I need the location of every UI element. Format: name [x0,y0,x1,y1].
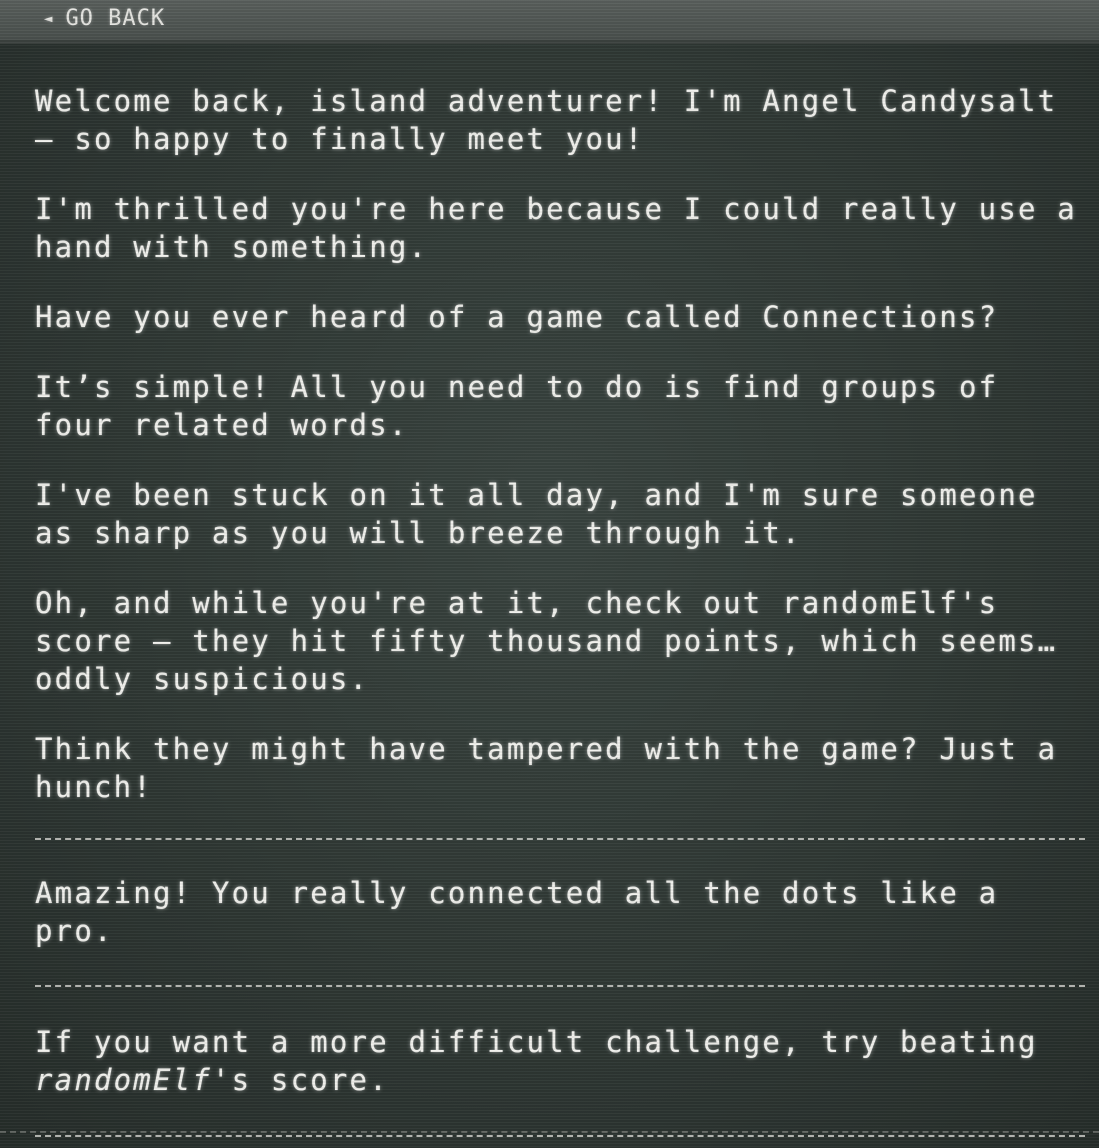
dialogue-paragraph-question: Have you ever heard of a game called Con… [35,300,999,334]
dialogue-paragraph-stuck: I've been stuck on it all day, and I'm s… [35,478,1038,550]
dialogue-panel: Welcome back, island adventurer! I'm Ang… [35,82,1085,1137]
completion-block: Amazing! You really connected all the do… [35,840,1085,985]
challenge-message: If you want a more difficult challenge, … [35,1023,1085,1099]
random-elf-name: randomElf [35,1063,212,1097]
dialogue-paragraph-rules: It’s simple! All you need to do is find … [35,370,999,442]
left-triangle-icon: ◄ [44,10,54,27]
dialogue-paragraph-welcome: Welcome back, island adventurer! I'm Ang… [35,84,1058,156]
challenge-suffix: 's score. [211,1063,389,1097]
challenge-block: If you want a more difficult challenge, … [35,987,1085,1135]
bottom-divider [0,1131,1099,1133]
divider [35,1135,1085,1137]
completion-message: Amazing! You really connected all the do… [35,876,999,948]
dialogue-paragraph-tamper-hint: Think they might have tampered with the … [35,732,1058,804]
challenge-prefix: If you want a more difficult challenge, … [35,1025,1038,1059]
go-back-label: GO BACK [65,6,166,31]
top-bar: ◄ GO BACK [0,0,1099,44]
dialogue-paragraph-score-hint: Oh, and while you're at it, check out ra… [35,586,1058,696]
dialogue-paragraph-request: I'm thrilled you're here because I could… [35,192,1077,264]
go-back-button[interactable]: ◄ GO BACK [44,6,165,31]
